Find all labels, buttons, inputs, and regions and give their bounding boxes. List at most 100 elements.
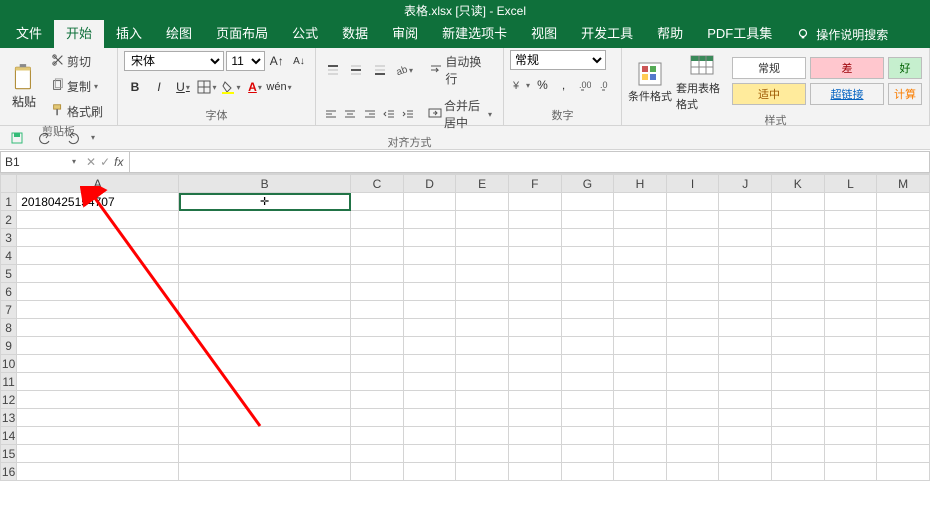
cell[interactable]: [719, 463, 772, 481]
cell[interactable]: [403, 283, 456, 301]
number-format-select[interactable]: 常规: [510, 50, 606, 70]
align-right-icon[interactable]: [361, 103, 378, 125]
tab-pdf[interactable]: PDF工具集: [695, 20, 784, 48]
cell[interactable]: [824, 409, 877, 427]
cell[interactable]: [508, 373, 561, 391]
cell[interactable]: [179, 409, 351, 427]
cell[interactable]: [508, 445, 561, 463]
cell[interactable]: [719, 445, 772, 463]
cell[interactable]: [666, 391, 719, 409]
cell[interactable]: [351, 247, 404, 265]
border-button[interactable]: ▾: [196, 76, 218, 98]
style-good[interactable]: 好: [888, 57, 922, 79]
row-header[interactable]: 4: [1, 247, 17, 265]
cell[interactable]: [351, 301, 404, 319]
tab-newtab[interactable]: 新建选项卡: [430, 20, 519, 48]
cell[interactable]: [179, 247, 351, 265]
cell[interactable]: [508, 427, 561, 445]
cell[interactable]: [179, 301, 351, 319]
cell[interactable]: [17, 427, 179, 445]
cell[interactable]: [719, 409, 772, 427]
cell[interactable]: [614, 211, 667, 229]
style-hyperlink[interactable]: 超链接: [810, 83, 884, 105]
cell[interactable]: [824, 283, 877, 301]
cell[interactable]: [351, 283, 404, 301]
font-color-button[interactable]: A▾: [244, 76, 266, 98]
cell[interactable]: [561, 211, 614, 229]
cell[interactable]: [508, 247, 561, 265]
cell[interactable]: [561, 193, 614, 211]
cell[interactable]: [179, 373, 351, 391]
row-header[interactable]: 10: [1, 355, 17, 373]
cell[interactable]: [614, 319, 667, 337]
cell[interactable]: [614, 337, 667, 355]
cell[interactable]: [17, 337, 179, 355]
cell[interactable]: [17, 319, 179, 337]
cell[interactable]: [561, 445, 614, 463]
format-painter-button[interactable]: 格式刷: [46, 100, 108, 123]
increase-font-icon[interactable]: A↑: [267, 50, 287, 72]
cell[interactable]: [877, 409, 930, 427]
cell[interactable]: [772, 283, 825, 301]
cell[interactable]: [17, 463, 179, 481]
cell[interactable]: [561, 301, 614, 319]
font-name-select[interactable]: 宋体: [124, 51, 224, 71]
decrease-font-icon[interactable]: A↓: [289, 50, 309, 72]
cell[interactable]: [666, 355, 719, 373]
fill-color-button[interactable]: ▾: [220, 76, 242, 98]
cell[interactable]: [877, 337, 930, 355]
col-header[interactable]: B: [179, 175, 351, 193]
cell[interactable]: [508, 337, 561, 355]
cell[interactable]: [17, 301, 179, 319]
row-header[interactable]: 12: [1, 391, 17, 409]
cell[interactable]: [17, 247, 179, 265]
cell[interactable]: [772, 247, 825, 265]
cell[interactable]: [403, 337, 456, 355]
cell[interactable]: [824, 211, 877, 229]
cell[interactable]: [824, 391, 877, 409]
cell[interactable]: [561, 391, 614, 409]
cell[interactable]: [351, 319, 404, 337]
row-header[interactable]: 6: [1, 283, 17, 301]
cell[interactable]: [824, 463, 877, 481]
cell[interactable]: [179, 445, 351, 463]
cell[interactable]: [403, 427, 456, 445]
cell[interactable]: [508, 265, 561, 283]
align-top-icon[interactable]: [322, 59, 344, 81]
cell[interactable]: [666, 265, 719, 283]
col-header[interactable]: M: [877, 175, 930, 193]
col-header[interactable]: D: [403, 175, 456, 193]
formula-input[interactable]: [130, 151, 930, 173]
cell[interactable]: [614, 373, 667, 391]
select-all-corner[interactable]: [1, 175, 17, 193]
cell[interactable]: [614, 247, 667, 265]
cell[interactable]: [666, 319, 719, 337]
copy-button[interactable]: 复制▾: [46, 75, 108, 98]
cell[interactable]: [614, 229, 667, 247]
cell[interactable]: [666, 445, 719, 463]
row-header[interactable]: 1: [1, 193, 17, 211]
conditional-format-button[interactable]: 条件格式: [628, 58, 672, 104]
tab-data[interactable]: 数据: [330, 20, 380, 48]
cell[interactable]: [403, 211, 456, 229]
cell[interactable]: [719, 355, 772, 373]
cell[interactable]: [456, 247, 509, 265]
cell[interactable]: [17, 283, 179, 301]
cell[interactable]: [666, 409, 719, 427]
underline-button[interactable]: U▾: [172, 76, 194, 98]
cell[interactable]: [824, 427, 877, 445]
tab-formula[interactable]: 公式: [280, 20, 330, 48]
cell[interactable]: [351, 229, 404, 247]
row-header[interactable]: 3: [1, 229, 17, 247]
cell[interactable]: [561, 247, 614, 265]
cell[interactable]: [772, 337, 825, 355]
style-neutral[interactable]: 适中: [732, 83, 806, 105]
cell[interactable]: [719, 211, 772, 229]
qat-customize-icon[interactable]: ▾: [91, 133, 95, 142]
align-middle-icon[interactable]: [346, 59, 368, 81]
cell[interactable]: [666, 301, 719, 319]
cell[interactable]: [179, 463, 351, 481]
cell[interactable]: [877, 373, 930, 391]
qat-save-icon[interactable]: [6, 127, 28, 149]
cell[interactable]: [351, 373, 404, 391]
